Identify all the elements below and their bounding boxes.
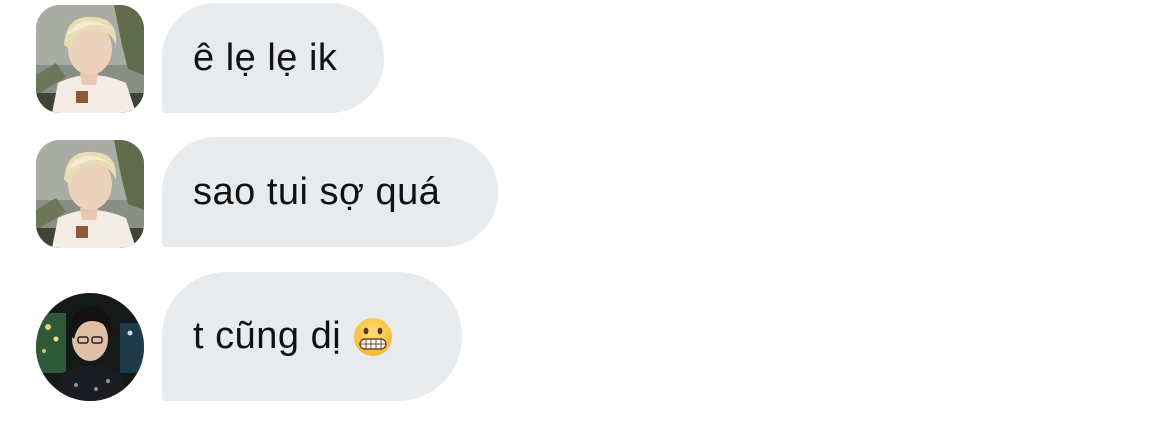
message-text: ê lẹ lẹ ik	[193, 36, 338, 79]
blond-hair-avatar-image	[36, 140, 144, 248]
message-text: sao tui sợ quá	[193, 170, 441, 213]
avatar[interactable]	[36, 293, 144, 401]
chat-thread: ê lẹ lẹ ik sao tui sợ quá t cũng dị	[0, 0, 1170, 444]
message-bubble[interactable]: sao tui sợ quá	[162, 137, 498, 247]
message-text: t cũng dị	[193, 315, 342, 357]
message-bubble[interactable]: t cũng dị	[162, 272, 462, 401]
message-bubble[interactable]: ê lẹ lẹ ik	[162, 3, 384, 113]
avatar[interactable]	[36, 5, 144, 113]
grimacing-face-icon	[353, 317, 393, 357]
avatar[interactable]	[36, 140, 144, 248]
blond-hair-avatar-image	[36, 5, 144, 113]
dark-hair-avatar-image	[36, 293, 144, 401]
